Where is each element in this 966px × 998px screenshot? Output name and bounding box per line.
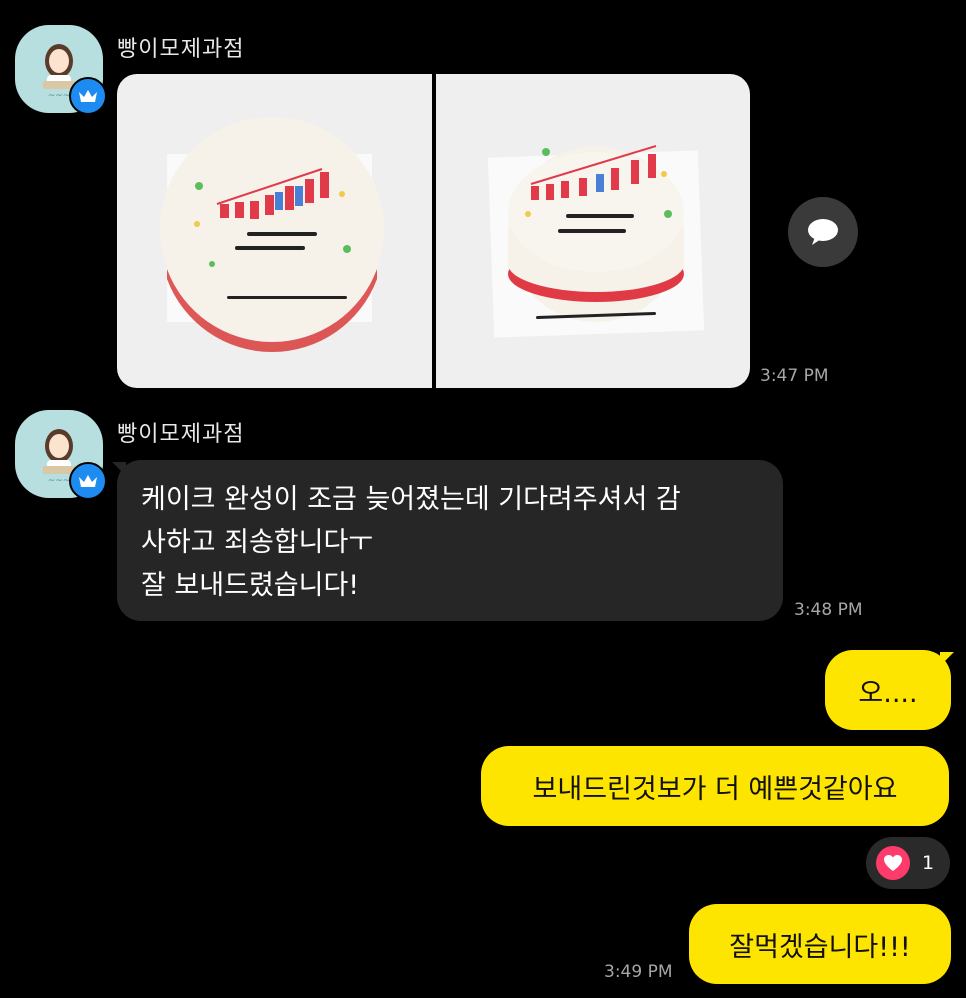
outgoing-message-bubble[interactable]: 보내드린것보가 더 예쁜것같아요	[481, 746, 949, 826]
chat-bubble-icon	[808, 219, 838, 245]
outgoing-message-bubble[interactable]: 오....	[825, 650, 951, 730]
message-text-line: 케이크 완성이 조금 늦어졌는데 기다려주셔서 감	[141, 484, 681, 515]
message-time: 3:49 PM	[604, 962, 673, 982]
outgoing-message-bubble[interactable]: 잘먹겠습니다!!!	[689, 904, 951, 984]
cake-photo[interactable]	[117, 74, 432, 388]
message-text-line: 잘 보내드렸습니다!	[141, 570, 360, 601]
incoming-message-bubble[interactable]: 케이크 완성이 조금 늦어졌는데 기다려주셔서 감 사하고 죄송합니다ㅜ 잘 보…	[117, 460, 783, 621]
message-text: 잘먹겠습니다!!!	[729, 931, 911, 963]
sender-name: 빵이모제과점	[117, 37, 245, 62]
crown-icon	[69, 77, 107, 115]
heart-icon	[876, 846, 910, 880]
message-time: 3:47 PM	[760, 366, 829, 386]
reaction-count: 1	[922, 852, 935, 874]
photo-message[interactable]	[117, 74, 750, 388]
message-text: 보내드린것보가 더 예쁜것같아요	[532, 773, 898, 805]
sender-name: 빵이모제과점	[117, 422, 245, 447]
reaction-badge[interactable]: 1	[866, 837, 950, 889]
message-text: 오....	[858, 677, 918, 709]
crown-icon	[69, 462, 107, 500]
message-time: 3:48 PM	[794, 600, 863, 620]
share-button[interactable]	[788, 197, 858, 267]
cake-photo[interactable]	[435, 74, 750, 388]
message-text-line: 사하고 죄송합니다ㅜ	[141, 527, 374, 558]
